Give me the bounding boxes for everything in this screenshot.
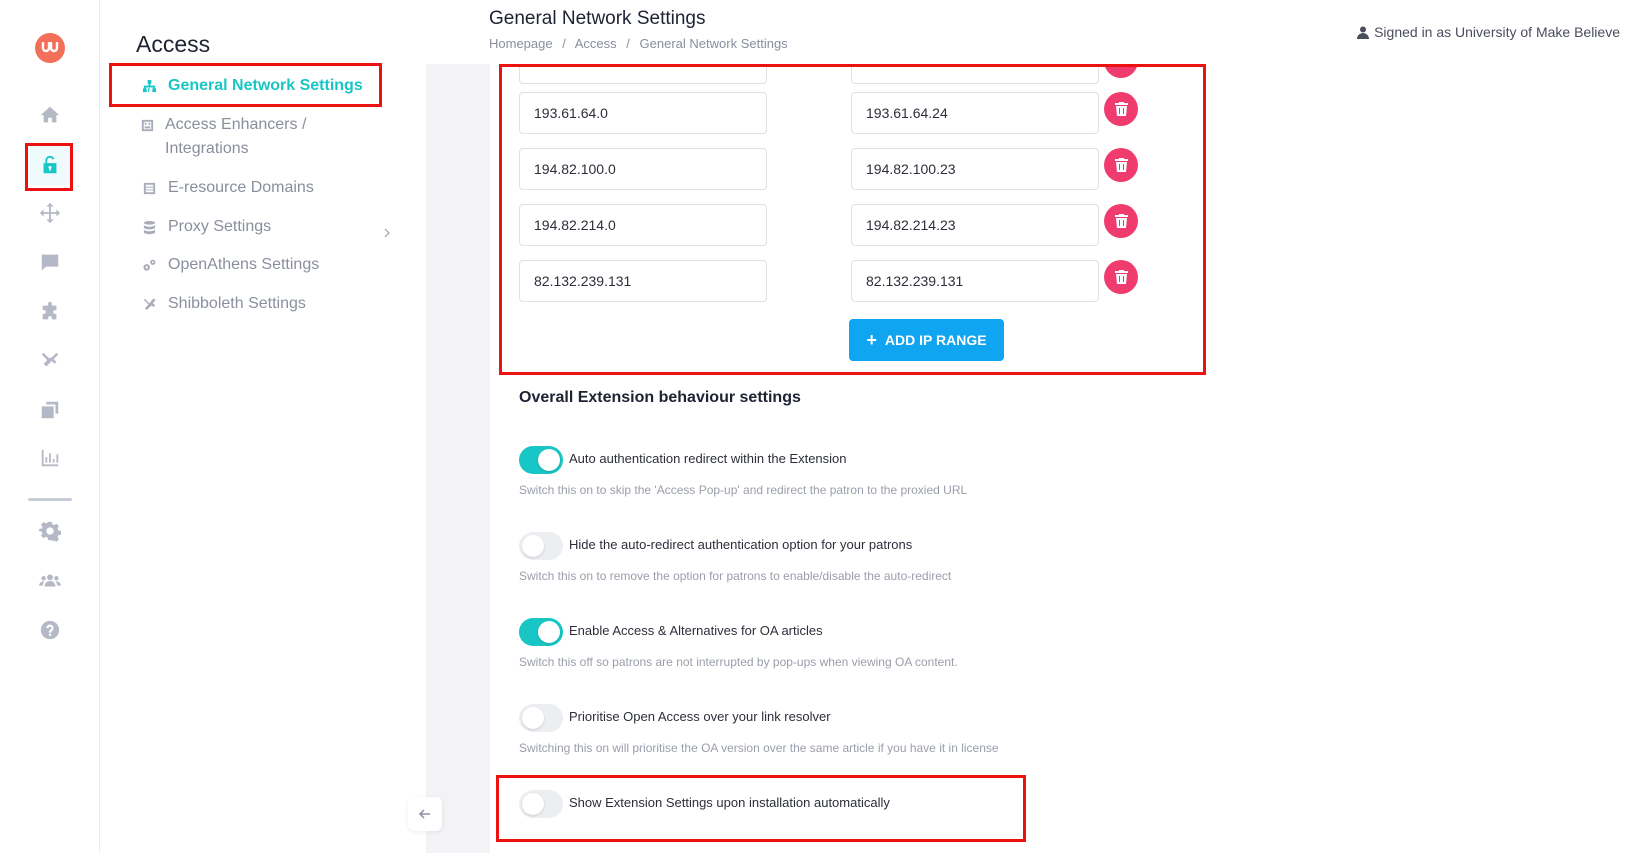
subnav-item-label: E-resource Domains <box>168 179 314 196</box>
subnav-item-shibboleth-settings[interactable]: Shibboleth Settings <box>140 292 306 316</box>
trash-icon <box>1114 102 1128 116</box>
subnav-item-access-enhancers[interactable]: Access Enhancers / Integrations <box>140 113 340 161</box>
icon-rail <box>0 0 100 853</box>
settings-card: 193.61.64.0 193.61.64.24 194.82.100.0 19… <box>490 64 1642 853</box>
signed-in-indicator[interactable]: Signed in as University of Make Believe <box>1357 24 1620 40</box>
ip-range-start-input[interactable]: 193.61.64.0 <box>519 92 767 134</box>
add-ip-range-label: ADD IP RANGE <box>884 332 987 348</box>
subnav-item-general-network-settings[interactable]: General Network Settings <box>140 74 363 98</box>
trash-icon <box>1114 270 1128 284</box>
delete-ip-range-button[interactable] <box>1104 148 1138 182</box>
subnav-item-openathens-settings[interactable]: OpenAthens Settings <box>140 253 319 277</box>
subnav-item-label: Access Enhancers / Integrations <box>165 116 307 157</box>
users-icon[interactable] <box>30 561 70 601</box>
ip-range-end-input[interactable]: 194.82.100.23 <box>851 148 1099 190</box>
home-icon[interactable] <box>30 95 70 135</box>
breadcrumb-separator: / <box>562 36 566 51</box>
breadcrumb-homepage[interactable]: Homepage <box>489 36 553 51</box>
cogs-icon <box>140 256 158 274</box>
collapse-sidebar-button[interactable] <box>408 797 442 831</box>
subnav-item-proxy-settings[interactable]: Proxy Settings <box>140 215 271 239</box>
extension-settings-title: Overall Extension behaviour settings <box>519 389 801 406</box>
stack-icon[interactable] <box>30 390 70 430</box>
delete-ip-range-button[interactable] <box>1104 204 1138 238</box>
trash-icon <box>1114 214 1128 228</box>
subnav-item-label: Proxy Settings <box>168 218 272 235</box>
auto-auth-redirect-toggle[interactable] <box>519 446 563 474</box>
user-icon <box>1357 26 1370 39</box>
setting-help: Switching this on will prioritise the OA… <box>519 741 999 755</box>
rail-divider <box>28 498 72 501</box>
gear-icon[interactable] <box>30 511 70 551</box>
list-icon <box>140 179 158 197</box>
subnav-title: Access <box>136 31 211 57</box>
breadcrumb-current: General Network Settings <box>639 36 788 51</box>
access-subnav: Access General Network Settings Access E… <box>100 0 426 853</box>
ip-range-end-input[interactable]: 193.61.64.24 <box>851 92 1099 134</box>
setting-help: Switch this off so patrons are not inter… <box>519 655 958 669</box>
ip-range-start-input[interactable]: 82.132.239.131 <box>519 260 767 302</box>
page-title: General Network Settings <box>489 8 706 29</box>
arrow-left-icon <box>418 809 430 819</box>
subnav-item-label: General Network Settings <box>168 77 363 94</box>
chat-icon[interactable] <box>30 242 70 282</box>
oa-alternatives-toggle[interactable] <box>519 618 563 646</box>
unlock-icon[interactable] <box>30 145 70 185</box>
add-ip-range-button[interactable]: + ADD IP RANGE <box>849 319 1004 361</box>
puzzle-icon[interactable] <box>30 292 70 332</box>
subnav-item-e-resource-domains[interactable]: E-resource Domains <box>140 176 314 200</box>
page-header: General Network Settings Homepage / Acce… <box>426 0 1642 64</box>
wrench-icon <box>140 295 158 313</box>
ip-range-end-input[interactable]: 82.132.239.131 <box>851 260 1099 302</box>
setting-label: Enable Access & Alternatives for OA arti… <box>569 623 823 638</box>
network-icon <box>140 77 158 95</box>
setting-label: Show Extension Settings upon installatio… <box>569 795 890 810</box>
plus-icon: + <box>866 330 877 350</box>
breadcrumb: Homepage / Access / General Network Sett… <box>489 36 794 51</box>
bar-chart-icon[interactable] <box>30 438 70 478</box>
ip-range-start-input[interactable]: 194.82.100.0 <box>519 148 767 190</box>
show-extension-settings-toggle[interactable] <box>519 790 563 818</box>
signed-in-text: Signed in as University of Make Believe <box>1374 24 1620 40</box>
delete-ip-range-button[interactable] <box>1104 64 1138 78</box>
prioritise-oa-toggle[interactable] <box>519 704 563 732</box>
setting-help: Switch this on to skip the 'Access Pop-u… <box>519 483 968 497</box>
setting-label: Auto authentication redirect within the … <box>569 451 847 466</box>
tools-icon[interactable] <box>30 341 70 381</box>
arrows-icon[interactable] <box>30 193 70 233</box>
delete-ip-range-button[interactable] <box>1104 260 1138 294</box>
enhancer-icon <box>140 116 155 134</box>
trash-icon <box>1114 158 1128 172</box>
app-logo[interactable] <box>35 33 65 63</box>
subnav-item-label: OpenAthens Settings <box>168 256 320 273</box>
chevron-right-icon[interactable] <box>380 226 394 240</box>
hide-auto-redirect-toggle[interactable] <box>519 532 563 560</box>
database-icon <box>140 218 158 236</box>
ip-range-start-input[interactable] <box>519 64 767 84</box>
setting-label: Prioritise Open Access over your link re… <box>569 709 831 724</box>
ip-range-end-input[interactable] <box>851 64 1099 84</box>
setting-label: Hide the auto-redirect authentication op… <box>569 537 913 552</box>
ip-range-start-input[interactable]: 194.82.214.0 <box>519 204 767 246</box>
subnav-item-label: Shibboleth Settings <box>168 295 306 312</box>
setting-help: Switch this on to remove the option for … <box>519 569 952 583</box>
breadcrumb-access[interactable]: Access <box>575 36 617 51</box>
delete-ip-range-button[interactable] <box>1104 92 1138 126</box>
ip-range-end-input[interactable]: 194.82.214.23 <box>851 204 1099 246</box>
help-icon[interactable] <box>30 610 70 650</box>
breadcrumb-separator: / <box>626 36 630 51</box>
